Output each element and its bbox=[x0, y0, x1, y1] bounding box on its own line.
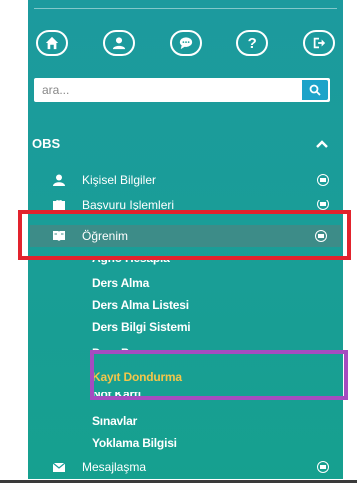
annotation-box-red bbox=[18, 210, 351, 260]
search-input[interactable] bbox=[34, 78, 302, 102]
help-button[interactable]: ? bbox=[236, 30, 269, 56]
menu-item-label: Kişisel Bilgiler bbox=[82, 173, 157, 187]
profile-button[interactable] bbox=[102, 30, 135, 56]
messages-button[interactable] bbox=[169, 30, 202, 56]
menu-item-label: Başvuru İşlemleri bbox=[82, 200, 175, 210]
submenu-item[interactable]: Ders Bilgi Sistemi bbox=[92, 320, 191, 334]
logout-button[interactable] bbox=[303, 30, 335, 56]
annotation-box-purple bbox=[90, 350, 348, 400]
search-icon bbox=[309, 84, 321, 96]
envelope-icon bbox=[52, 462, 66, 472]
chat-icon bbox=[179, 37, 192, 50]
menu-item-mesajlasma[interactable]: Mesajlaşma bbox=[28, 456, 343, 478]
expand-icon bbox=[317, 461, 329, 473]
section-title: OBS bbox=[32, 136, 61, 151]
bottom-border bbox=[0, 480, 357, 483]
expand-icon bbox=[317, 200, 329, 210]
quick-toolbar: ? bbox=[36, 30, 335, 56]
briefcase-icon bbox=[53, 200, 65, 210]
expand-icon bbox=[317, 174, 329, 186]
help-icon: ? bbox=[247, 34, 257, 52]
submenu-item[interactable]: Sınavlar bbox=[92, 414, 137, 428]
search-button[interactable] bbox=[302, 80, 328, 100]
submenu-item[interactable]: Ders Alma bbox=[92, 276, 149, 290]
menu-item-basvuru-islemleri[interactable]: Başvuru İşlemleri bbox=[28, 200, 343, 210]
user-icon bbox=[112, 37, 125, 50]
search-box bbox=[34, 78, 330, 102]
submenu-item[interactable]: Ders Alma Listesi bbox=[92, 298, 189, 312]
menu-item-label: Mesajlaşma bbox=[82, 460, 147, 474]
divider bbox=[34, 8, 337, 9]
user-icon bbox=[53, 174, 65, 186]
chevron-up-icon bbox=[316, 139, 328, 148]
menu-item-kisisel-bilgiler[interactable]: Kişisel Bilgiler bbox=[28, 169, 343, 191]
logout-icon bbox=[313, 37, 326, 49]
home-icon bbox=[45, 36, 59, 50]
home-button[interactable] bbox=[36, 30, 68, 56]
submenu-item[interactable]: Yoklama Bilgisi bbox=[92, 436, 177, 450]
section-header-obs[interactable]: OBS bbox=[32, 136, 329, 151]
